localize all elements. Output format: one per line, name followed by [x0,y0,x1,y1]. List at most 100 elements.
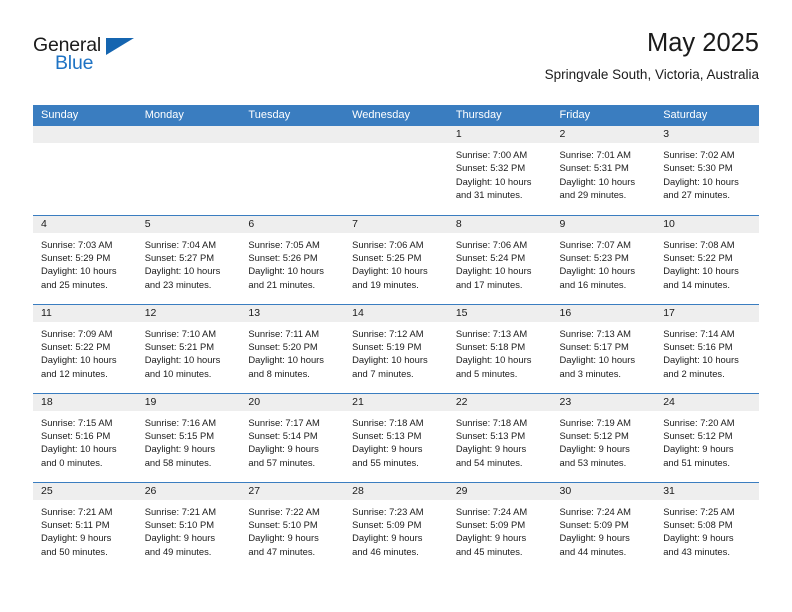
calendar-day-cell[interactable]: 31 Sunrise: 7:25 AM Sunset: 5:08 PM Dayligh… [655,481,759,572]
calendar-day-cell[interactable]: 16 Sunrise: 7:13 AM Sunset: 5:17 PM Dayligh… [551,303,656,393]
sun-info: Sunrise: 7:24 AM Sunset: 5:09 PM Daylight:… [552,500,656,559]
day-number: 21 [344,393,448,411]
day-number: 29 [447,482,552,500]
sunset-time: Sunset: 5:11 PM [41,518,110,530]
calendar-day-cell[interactable]: 14 Sunrise: 7:12 AM Sunset: 5:19 PM Dayligh… [344,303,448,393]
daylight-duration-line-1: Daylight: 10 hours [663,175,739,187]
day-cell: 30 Sunrise: 7:24 AM Sunset: 5:09 PM Dayligh… [551,482,656,572]
calendar-day-cell[interactable]: 7 Sunrise: 7:06 AM Sunset: 5:25 PM Daylight… [344,214,448,304]
calendar-day-cell[interactable]: 21 Sunrise: 7:18 AM Sunset: 5:13 PM Dayligh… [344,392,448,482]
sunrise-time: Sunrise: 7:17 AM [248,416,320,428]
day-cell: 28 Sunrise: 7:23 AM Sunset: 5:09 PM Dayligh… [344,482,448,572]
daylight-duration-line-2: and 19 minutes. [352,278,419,290]
daylight-duration-line-1: Daylight: 9 hours [352,532,423,544]
sunrise-time: Sunrise: 7:18 AM [455,416,528,428]
calendar-day-cell[interactable] [136,126,241,215]
day-number [344,126,448,143]
sunrise-time: Sunrise: 7:24 AM [559,505,631,517]
calendar-day-cell[interactable]: 5 Sunrise: 7:04 AM Sunset: 5:27 PM Daylight… [136,214,241,304]
sun-info: Sunrise: 7:12 AM Sunset: 5:19 PM Daylight:… [344,322,448,381]
calendar-day-cell[interactable] [33,126,137,215]
daylight-duration-line-1: Daylight: 10 hours [41,354,117,366]
sunset-time: Sunset: 5:27 PM [144,251,215,263]
sunset-time: Sunset: 5:16 PM [41,429,111,441]
sunset-time: Sunset: 5:10 PM [248,518,318,530]
day-number: 23 [551,393,656,411]
sunrise-time: Sunrise: 7:06 AM [352,238,424,250]
calendar-day-cell[interactable]: 17 Sunrise: 7:14 AM Sunset: 5:16 PM Dayligh… [655,303,759,393]
sun-info: Sunrise: 7:00 AM Sunset: 5:32 PM Daylight:… [448,143,552,202]
calendar-day-cell[interactable]: 3 Sunrise: 7:02 AM Sunset: 5:30 PM Daylight… [655,126,759,215]
calendar-day-cell[interactable]: 9 Sunrise: 7:07 AM Sunset: 5:23 PM Daylight… [551,214,656,304]
calendar-day-cell[interactable]: 23 Sunrise: 7:19 AM Sunset: 5:12 PM Dayligh… [551,392,656,482]
calendar-week-row: 4 Sunrise: 7:03 AM Sunset: 5:29 PM Daylight… [33,214,759,304]
day-cell: 31 Sunrise: 7:25 AM Sunset: 5:08 PM Dayligh… [655,482,759,572]
sunset-time: Sunset: 5:32 PM [455,162,526,174]
calendar-day-cell[interactable]: 25 Sunrise: 7:21 AM Sunset: 5:11 PM Dayligh… [33,481,137,571]
daylight-duration-line-2: and 16 minutes. [559,278,627,290]
sun-info: Sunrise: 7:17 AM Sunset: 5:14 PM Daylight:… [240,411,344,470]
daylight-duration-line-1: Daylight: 9 hours [144,532,216,544]
calendar-day-cell[interactable]: 20 Sunrise: 7:17 AM Sunset: 5:14 PM Dayligh… [240,392,345,482]
calendar-day-cell[interactable]: 26 Sunrise: 7:21 AM Sunset: 5:10 PM Dayligh… [136,481,241,571]
daylight-duration-line-2: and 49 minutes. [144,545,212,557]
calendar-day-cell[interactable]: 11 Sunrise: 7:09 AM Sunset: 5:22 PM Dayligh… [33,303,137,393]
calendar-day-cell[interactable]: 13 Sunrise: 7:11 AM Sunset: 5:20 PM Dayligh… [240,303,345,393]
calendar-day-cell[interactable]: 27 Sunrise: 7:22 AM Sunset: 5:10 PM Dayligh… [240,481,345,571]
daylight-duration-line-1: Daylight: 10 hours [144,265,221,277]
calendar-day-cell[interactable]: 6 Sunrise: 7:05 AM Sunset: 5:26 PM Daylight… [240,214,345,304]
daylight-duration-line-2: and 27 minutes. [663,189,730,201]
daylight-duration-line-2: and 3 minutes. [559,367,622,379]
day-number: 31 [655,482,759,500]
sunset-time: Sunset: 5:22 PM [41,340,111,352]
calendar-day-cell[interactable]: 2 Sunrise: 7:01 AM Sunset: 5:31 PM Daylight… [551,126,656,215]
title-block: May 2025 Springvale South, Victoria, Aus… [545,28,759,84]
brand-name-blue: Blue [55,52,94,74]
day-cell: 10 Sunrise: 7:08 AM Sunset: 5:22 PM Dayligh… [655,215,759,304]
calendar-day-cell[interactable]: 22 Sunrise: 7:18 AM Sunset: 5:13 PM Dayligh… [447,392,552,482]
daylight-duration-line-2: and 47 minutes. [248,545,316,557]
calendar-day-cell[interactable] [344,126,448,215]
day-number: 5 [136,215,241,233]
daylight-duration-line-1: Daylight: 9 hours [41,532,112,544]
calendar-day-cell[interactable]: 28 Sunrise: 7:23 AM Sunset: 5:09 PM Dayligh… [344,481,448,572]
calendar-day-cell[interactable]: 1 Sunrise: 7:00 AM Sunset: 5:32 PM Daylight… [447,126,552,215]
page-title: May 2025 [647,29,759,57]
weekday-header-wednesday: Wednesday [344,105,448,126]
sunrise-time: Sunrise: 7:04 AM [144,238,217,250]
calendar-day-cell[interactable]: 10 Sunrise: 7:08 AM Sunset: 5:22 PM Dayligh… [655,214,759,304]
daylight-duration-line-1: Daylight: 10 hours [352,265,428,277]
sun-info: Sunrise: 7:24 AM Sunset: 5:09 PM Daylight:… [448,500,552,559]
calendar-day-cell[interactable]: 12 Sunrise: 7:10 AM Sunset: 5:21 PM Dayligh… [136,303,241,393]
daylight-duration-line-1: Daylight: 10 hours [352,354,428,366]
day-cell: 2 Sunrise: 7:01 AM Sunset: 5:31 PM Daylight… [551,126,656,215]
day-cell: 9 Sunrise: 7:07 AM Sunset: 5:23 PM Daylight… [551,215,656,304]
calendar-day-cell[interactable]: 4 Sunrise: 7:03 AM Sunset: 5:29 PM Daylight… [33,214,137,304]
day-cell: 18 Sunrise: 7:15 AM Sunset: 5:16 PM Dayligh… [33,393,137,482]
daylight-duration-line-1: Daylight: 10 hours [248,354,324,366]
calendar-week-row: 11 Sunrise: 7:09 AM Sunset: 5:22 PM Dayligh… [33,303,759,393]
daylight-duration-line-2: and 25 minutes. [41,278,108,290]
sunrise-time: Sunrise: 7:21 AM [41,505,113,517]
day-number: 4 [33,215,137,233]
calendar-day-cell[interactable]: 24 Sunrise: 7:20 AM Sunset: 5:12 PM Dayligh… [655,392,759,482]
sunset-time: Sunset: 5:17 PM [559,340,629,352]
calendar-day-cell[interactable]: 8 Sunrise: 7:06 AM Sunset: 5:24 PM Daylight… [447,214,552,304]
daylight-duration-line-2: and 0 minutes. [41,456,103,468]
calendar-day-cell[interactable] [240,126,345,215]
calendar-day-cell[interactable]: 29 Sunrise: 7:24 AM Sunset: 5:09 PM Dayligh… [447,481,552,571]
sun-info: Sunrise: 7:09 AM Sunset: 5:22 PM Daylight:… [33,322,137,381]
general-blue-logo[interactable]: General Blue [33,34,153,82]
calendar-day-cell[interactable]: 19 Sunrise: 7:16 AM Sunset: 5:15 PM Dayligh… [136,392,241,482]
day-number: 30 [551,482,656,500]
calendar-day-cell[interactable]: 15 Sunrise: 7:13 AM Sunset: 5:18 PM Dayligh… [447,303,552,393]
calendar-day-cell[interactable]: 18 Sunrise: 7:15 AM Sunset: 5:16 PM Dayligh… [33,392,137,482]
day-cell: 12 Sunrise: 7:10 AM Sunset: 5:21 PM Dayligh… [136,304,241,393]
day-number: 2 [551,126,656,143]
daylight-duration-line-2: and 54 minutes. [455,456,523,468]
day-number: 24 [655,393,759,411]
daylight-duration-line-2: and 43 minutes. [663,545,730,557]
calendar-day-cell[interactable]: 30 Sunrise: 7:24 AM Sunset: 5:09 PM Dayligh… [551,481,656,572]
calendar-week-row: 25 Sunrise: 7:21 AM Sunset: 5:11 PM Dayligh… [33,481,759,572]
day-cell: 3 Sunrise: 7:02 AM Sunset: 5:30 PM Daylight… [655,126,759,215]
